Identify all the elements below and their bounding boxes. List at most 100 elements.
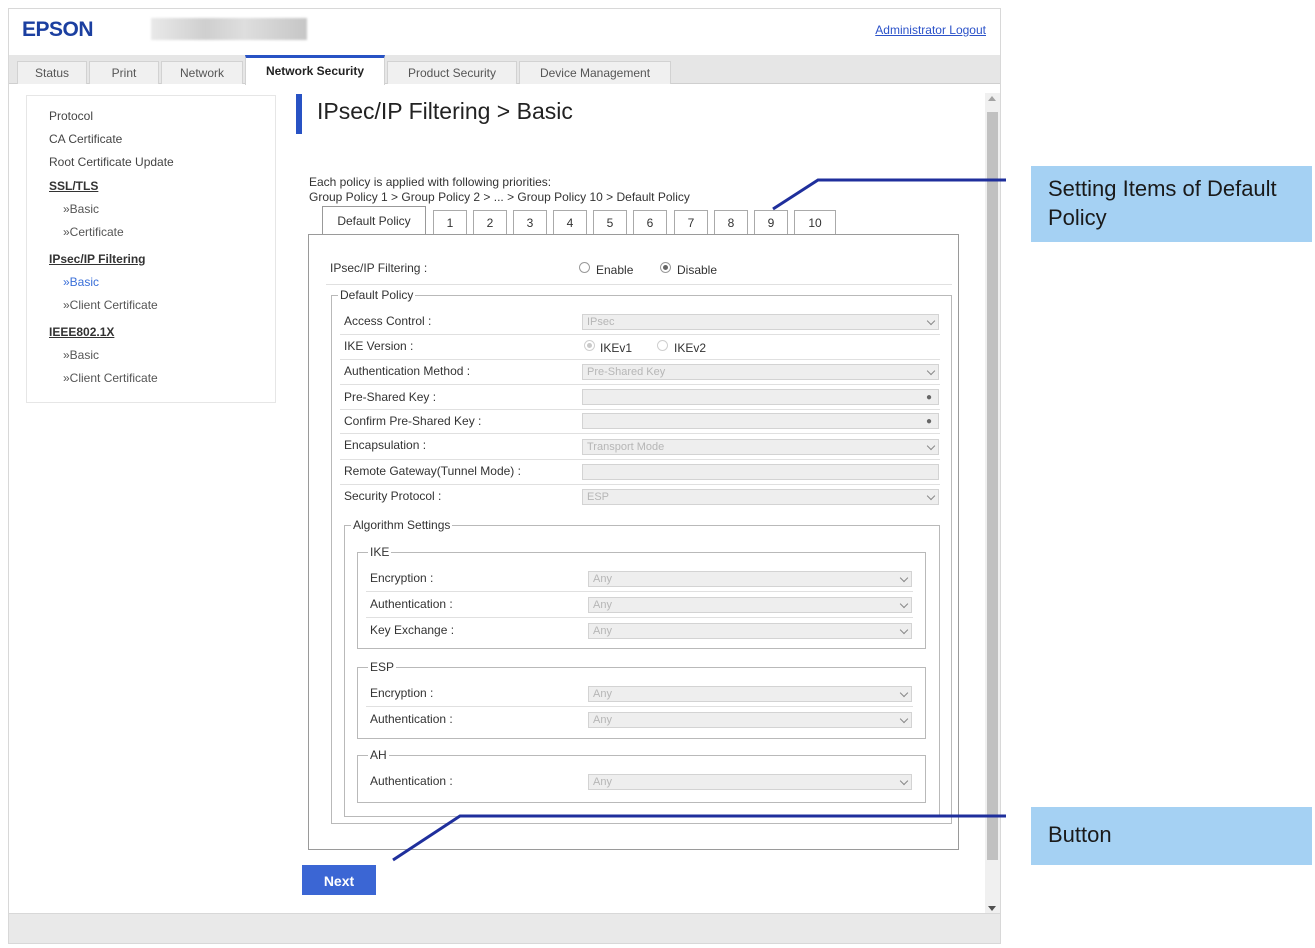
ikev1-radio[interactable]: [584, 340, 595, 351]
security-protocol-select[interactable]: ESP: [582, 489, 939, 505]
chevron-down-icon: [899, 714, 909, 724]
divider: [340, 484, 940, 485]
policy-tab-9[interactable]: 9: [754, 210, 788, 235]
ike-legend: IKE: [368, 545, 392, 559]
tab-device-management[interactable]: Device Management: [519, 61, 671, 84]
divider: [340, 433, 940, 434]
access-control-select[interactable]: IPsec: [582, 314, 939, 330]
tab-network-security[interactable]: Network Security: [245, 55, 385, 85]
algorithm-settings-legend: Algorithm Settings: [351, 518, 453, 532]
policy-tab-7[interactable]: 7: [674, 210, 708, 235]
header: EPSON Administrator Logout: [9, 9, 1000, 55]
eye-icon[interactable]: ●: [926, 416, 932, 427]
chevron-down-icon: [926, 441, 936, 451]
policy-tab-3[interactable]: 3: [513, 210, 547, 235]
divider: [366, 706, 913, 707]
sidebar-item-ieee-client-certificate[interactable]: »Client Certificate: [63, 371, 158, 385]
esp-fieldset: ESP: [357, 660, 926, 739]
security-protocol-value: ESP: [587, 491, 610, 503]
ipsec-filtering-label: IPsec/IP Filtering :: [330, 261, 428, 275]
divider: [366, 617, 913, 618]
esp-authentication-value: Any: [593, 714, 612, 726]
next-button[interactable]: Next: [302, 865, 376, 895]
divider: [326, 284, 952, 285]
esp-encryption-select[interactable]: Any: [588, 686, 912, 702]
policy-tab-2[interactable]: 2: [473, 210, 507, 235]
scroll-up-arrow-icon[interactable]: [988, 96, 996, 101]
policy-tab-default[interactable]: Default Policy: [322, 206, 426, 236]
sidebar-item-root-certificate-update[interactable]: Root Certificate Update: [49, 155, 174, 169]
administrator-logout-link[interactable]: Administrator Logout: [875, 23, 986, 37]
chevron-down-icon: [899, 599, 909, 609]
tab-product-security[interactable]: Product Security: [387, 61, 517, 84]
chevron-down-icon: [899, 573, 909, 583]
divider: [340, 409, 940, 410]
vertical-scrollbar[interactable]: [985, 93, 1000, 915]
sidebar-heading-ssl-tls[interactable]: SSL/TLS: [49, 179, 98, 193]
tab-network[interactable]: Network: [161, 61, 243, 84]
encapsulation-select[interactable]: Transport Mode: [582, 439, 939, 455]
policy-tab-8[interactable]: 8: [714, 210, 748, 235]
ike-version-label: IKE Version :: [344, 339, 414, 353]
tab-status[interactable]: Status: [17, 61, 87, 84]
esp-authentication-select[interactable]: Any: [588, 712, 912, 728]
eye-icon[interactable]: ●: [926, 392, 932, 403]
sidebar-item-ipsec-client-certificate[interactable]: »Client Certificate: [63, 298, 158, 312]
psk-label: Pre-Shared Key :: [344, 390, 437, 404]
default-policy-legend: Default Policy: [338, 288, 416, 302]
policy-tab-5[interactable]: 5: [593, 210, 627, 235]
policy-priority-description: Each policy is applied with following pr…: [309, 175, 552, 189]
chevron-down-icon: [926, 316, 936, 326]
ike-authentication-select[interactable]: Any: [588, 597, 912, 613]
sidebar-item-ca-certificate[interactable]: CA Certificate: [49, 132, 122, 146]
auth-method-value: Pre-Shared Key: [587, 366, 666, 378]
encapsulation-value: Transport Mode: [587, 441, 665, 453]
ike-authentication-label: Authentication :: [370, 597, 453, 611]
enable-radio[interactable]: [579, 262, 590, 273]
policy-priority-order: Group Policy 1 > Group Policy 2 > ... > …: [309, 190, 690, 204]
auth-method-select[interactable]: Pre-Shared Key: [582, 364, 939, 380]
ah-authentication-select[interactable]: Any: [588, 774, 912, 790]
chevron-down-icon: [926, 491, 936, 501]
sidebar-item-ssl-certificate[interactable]: »Certificate: [63, 225, 124, 239]
psk-input[interactable]: ●: [582, 389, 939, 405]
chevron-down-icon: [899, 688, 909, 698]
policy-tab-4[interactable]: 4: [553, 210, 587, 235]
divider: [340, 384, 940, 385]
confirm-psk-input[interactable]: ●: [582, 413, 939, 429]
scroll-down-arrow-icon[interactable]: [988, 906, 996, 911]
disable-radio[interactable]: [660, 262, 671, 273]
access-control-value: IPsec: [587, 316, 615, 328]
chevron-down-icon: [899, 776, 909, 786]
policy-tab-10[interactable]: 10: [794, 210, 836, 235]
ike-authentication-value: Any: [593, 599, 612, 611]
access-control-label: Access Control :: [344, 314, 432, 328]
sidebar-item-ieee-basic[interactable]: »Basic: [63, 348, 99, 362]
key-exchange-select[interactable]: Any: [588, 623, 912, 639]
ikev2-label: IKEv2: [674, 341, 707, 355]
policy-tab-6[interactable]: 6: [633, 210, 667, 235]
ikev2-radio[interactable]: [657, 340, 668, 351]
sidebar-heading-ieee8021x[interactable]: IEEE802.1X: [49, 325, 114, 339]
ikev1-label: IKEv1: [600, 341, 633, 355]
model-name-blurred: [151, 18, 307, 40]
security-protocol-label: Security Protocol :: [344, 489, 442, 503]
ah-authentication-value: Any: [593, 776, 612, 788]
key-exchange-value: Any: [593, 625, 612, 637]
ike-encryption-select[interactable]: Any: [588, 571, 912, 587]
esp-authentication-label: Authentication :: [370, 712, 453, 726]
confirm-psk-label: Confirm Pre-Shared Key :: [344, 414, 482, 428]
sidebar-item-ssl-basic[interactable]: »Basic: [63, 202, 99, 216]
remote-gateway-input[interactable]: [582, 464, 939, 480]
key-exchange-label: Key Exchange :: [370, 623, 455, 637]
divider: [340, 359, 940, 360]
encapsulation-label: Encapsulation :: [344, 438, 427, 452]
policy-tab-1[interactable]: 1: [433, 210, 467, 235]
sidebar-item-ipsec-basic[interactable]: »Basic: [63, 275, 99, 289]
scrollbar-thumb[interactable]: [987, 112, 998, 860]
sidebar-item-protocol[interactable]: Protocol: [49, 109, 93, 123]
tab-print[interactable]: Print: [89, 61, 159, 84]
sidebar-heading-ipsec-ip-filtering[interactable]: IPsec/IP Filtering: [49, 252, 145, 266]
chevron-down-icon: [899, 625, 909, 635]
esp-encryption-value: Any: [593, 688, 612, 700]
